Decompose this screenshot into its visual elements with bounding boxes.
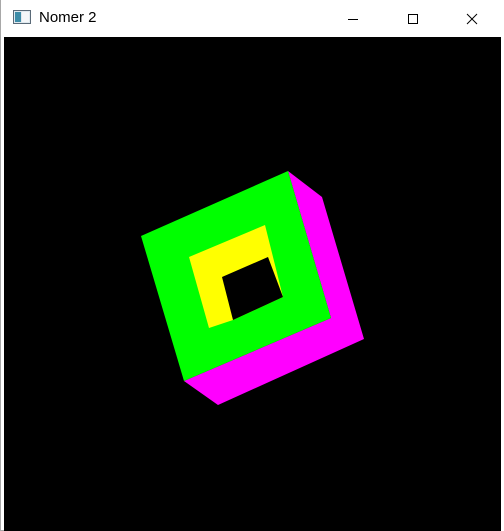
maximize-button[interactable] xyxy=(391,0,435,37)
app-window-icon xyxy=(13,10,31,24)
render-canvas[interactable] xyxy=(4,37,501,531)
minimize-icon xyxy=(347,13,359,25)
window-title: Nomer 2 xyxy=(39,9,97,26)
title-bar[interactable]: Nomer 2 xyxy=(1,0,503,37)
close-icon xyxy=(466,13,478,25)
maximize-icon xyxy=(407,13,419,25)
app-window: Nomer 2 xyxy=(0,0,504,531)
close-button[interactable] xyxy=(450,0,494,37)
minimize-button[interactable] xyxy=(331,0,375,37)
